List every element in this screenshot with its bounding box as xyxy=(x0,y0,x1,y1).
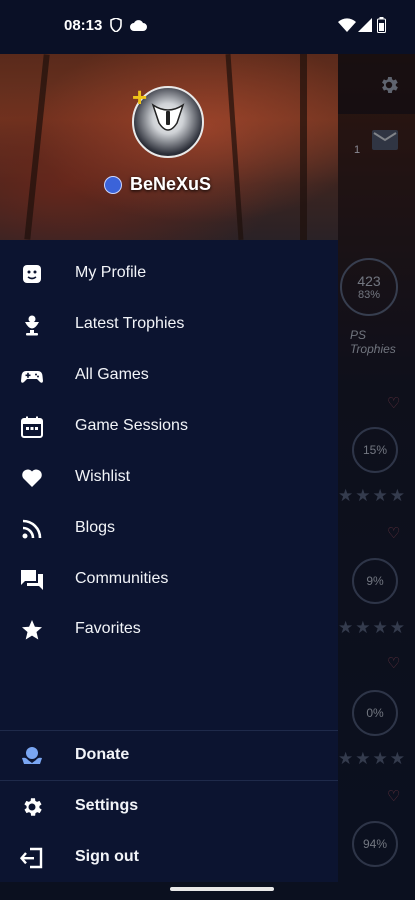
menu-item-label: Communities xyxy=(75,570,169,587)
menu-item-label: All Games xyxy=(75,366,149,383)
navigation-drawer: + BeNeXuS My Profile Latest Trophies All… xyxy=(0,0,338,882)
ps-plus-icon: + xyxy=(132,82,148,112)
menu-item-donate[interactable]: Donate xyxy=(0,731,338,781)
gesture-home-bar[interactable] xyxy=(170,887,274,891)
menu-item-label: Sign out xyxy=(75,848,139,865)
menu-item-label: Settings xyxy=(75,797,139,814)
signal-icon xyxy=(358,18,372,32)
heart-icon xyxy=(22,469,42,487)
menu-item-label: Blogs xyxy=(75,519,116,536)
menu-item-label: Game Sessions xyxy=(75,417,188,434)
cloud-icon xyxy=(130,20,147,31)
donate-icon xyxy=(22,747,42,764)
status-time: 08:13 xyxy=(64,17,103,34)
gear-icon xyxy=(24,798,42,816)
ghost-emblem-icon xyxy=(151,103,185,131)
rss-icon xyxy=(22,519,42,539)
trophy-icon xyxy=(25,315,39,336)
menu-item-communities[interactable]: Communities xyxy=(0,555,338,605)
status-bar: 08:13 xyxy=(0,0,415,54)
menu-item-latest-trophies[interactable]: Latest Trophies xyxy=(0,300,338,350)
drawer-header: + BeNeXuS xyxy=(0,54,338,240)
star-icon xyxy=(22,620,42,640)
username: BeNeXuS xyxy=(130,174,212,194)
wifi-icon xyxy=(338,18,356,32)
menu-item-label: Donate xyxy=(75,746,130,763)
menu-item-my-profile[interactable]: My Profile xyxy=(0,249,338,299)
shield-icon xyxy=(110,18,122,32)
menu-item-all-games[interactable]: All Games xyxy=(0,351,338,401)
menu-item-blogs[interactable]: Blogs xyxy=(0,504,338,554)
battery-icon xyxy=(377,17,386,33)
menu-item-sign-out[interactable]: Sign out xyxy=(0,833,338,883)
profile-face-icon xyxy=(23,265,41,283)
menu-item-label: Latest Trophies xyxy=(75,315,185,332)
forum-icon xyxy=(21,570,43,590)
menu-item-label: Wishlist xyxy=(75,468,131,485)
menu-item-label: Favorites xyxy=(75,620,141,637)
menu-divider xyxy=(0,780,338,781)
calendar-icon xyxy=(21,416,43,438)
sign-out-icon xyxy=(20,847,43,869)
background-tree xyxy=(24,54,50,240)
background-tree xyxy=(300,54,307,240)
menu-item-settings[interactable]: Settings xyxy=(0,782,338,832)
background-tree xyxy=(225,54,244,240)
menu-item-wishlist[interactable]: Wishlist xyxy=(0,453,338,503)
menu-item-label: My Profile xyxy=(75,264,147,281)
menu-item-favorites[interactable]: Favorites xyxy=(0,605,338,655)
gamepad-icon xyxy=(21,371,43,383)
menu-item-game-sessions[interactable]: Game Sessions xyxy=(0,402,338,452)
psn-avatar-icon xyxy=(104,176,122,194)
